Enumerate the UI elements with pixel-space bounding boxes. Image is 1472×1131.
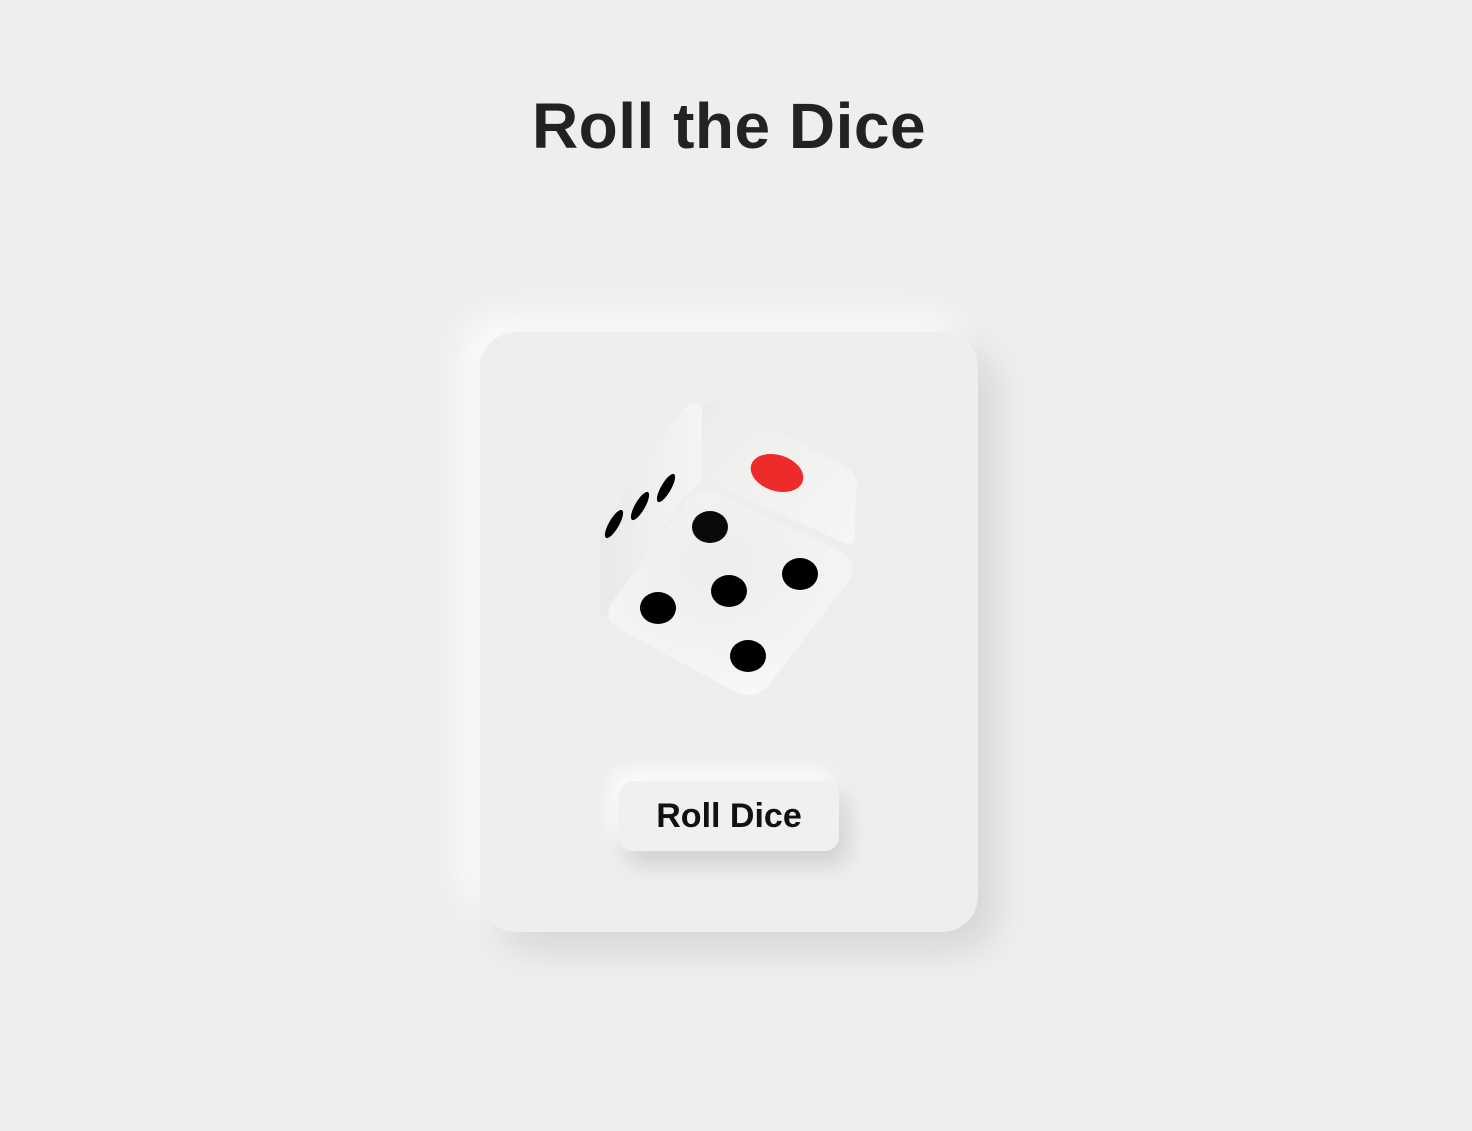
- roll-dice-button[interactable]: Roll Dice: [619, 781, 839, 851]
- front-pip: [782, 558, 818, 590]
- front-pip: [692, 511, 728, 543]
- page: Roll the Dice Roll Dice: [0, 0, 1472, 1131]
- dice-card: Roll Dice: [480, 332, 978, 932]
- front-pip: [711, 575, 747, 607]
- page-title: Roll the Dice: [531, 90, 927, 162]
- front-pip: [640, 592, 676, 624]
- dice-icon: [600, 402, 857, 695]
- front-pip: [730, 640, 766, 672]
